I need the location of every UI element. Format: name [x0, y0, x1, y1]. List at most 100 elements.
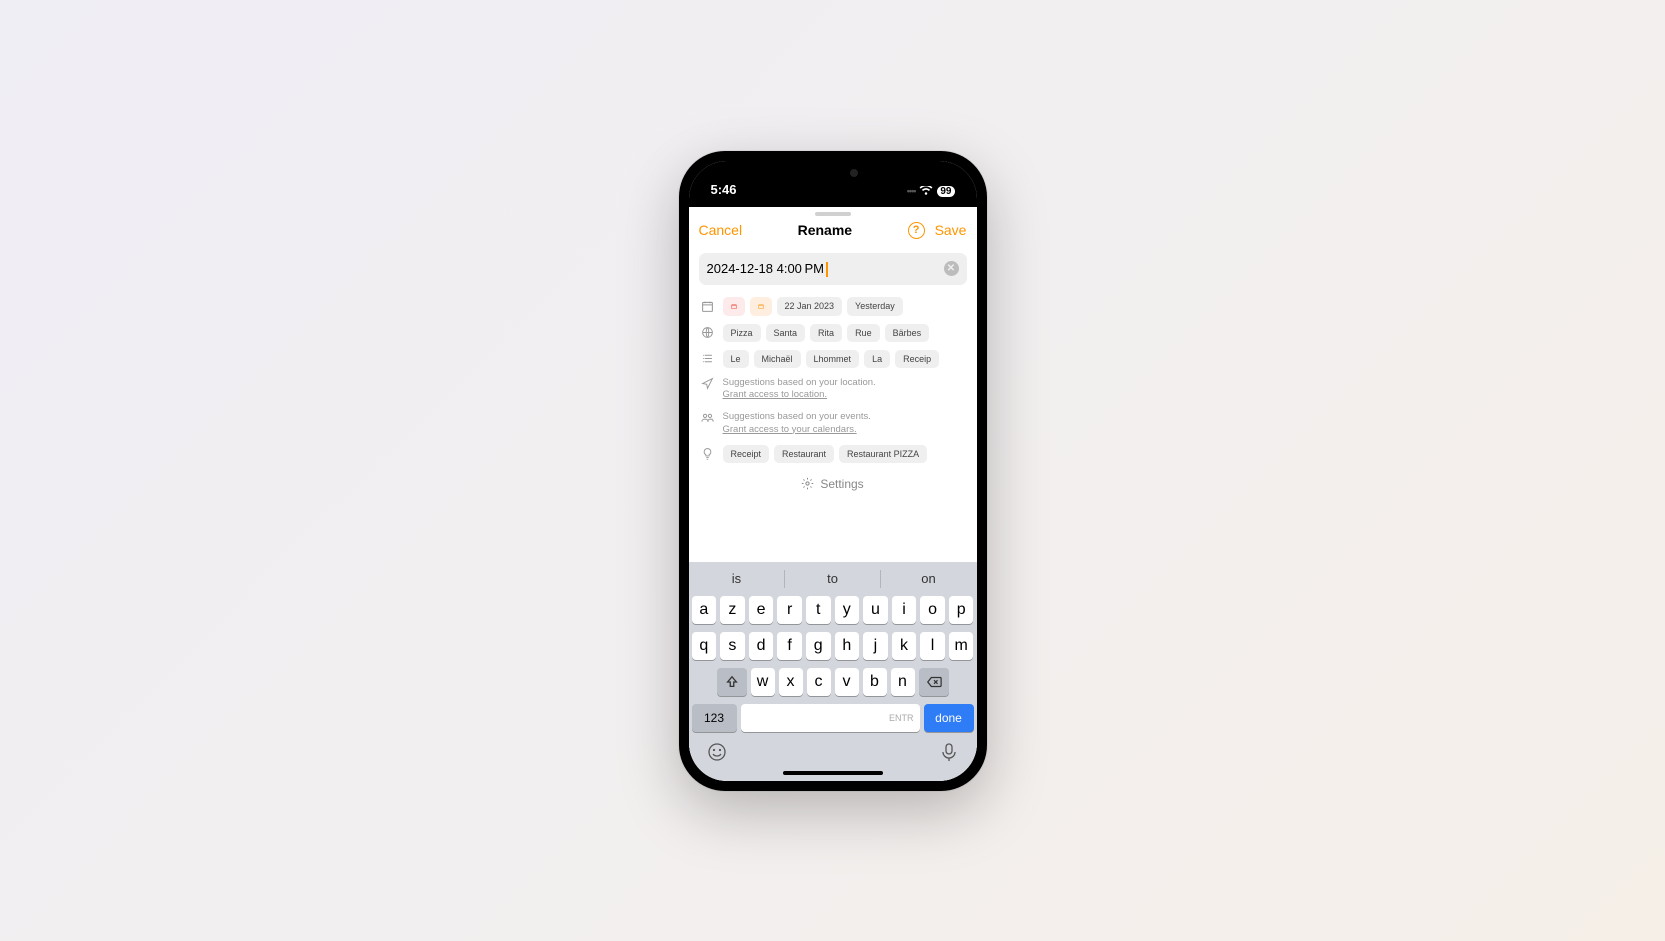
content: 2024-12-18 4:00 PM ✕ 22 Jan 202 — [689, 245, 977, 562]
location-info-row: Suggestions based on your location. Gran… — [699, 372, 967, 407]
bulb-row: Receipt Restaurant Restaurant PIZZA — [699, 441, 967, 467]
key-i[interactable]: i — [892, 596, 917, 624]
key-v[interactable]: v — [835, 668, 859, 696]
tag-chip[interactable]: Santa — [766, 324, 806, 342]
shift-icon — [725, 675, 739, 689]
done-key[interactable]: done — [924, 704, 974, 732]
key-d[interactable]: d — [749, 632, 774, 660]
key-r[interactable]: r — [777, 596, 802, 624]
key-o[interactable]: o — [920, 596, 945, 624]
cancel-button[interactable]: Cancel — [699, 222, 743, 238]
rename-input-wrap[interactable]: 2024-12-18 4:00 PM ✕ — [699, 253, 967, 285]
key-l[interactable]: l — [920, 632, 945, 660]
people-icon — [699, 411, 717, 424]
page-title: Rename — [798, 222, 852, 238]
notch — [778, 161, 888, 187]
suggestion-chip[interactable]: Receipt — [723, 445, 770, 463]
settings-button[interactable]: Settings — [699, 467, 967, 501]
suggestion-chip[interactable]: Restaurant PIZZA — [839, 445, 927, 463]
date-row: 22 Jan 2023 Yesterday — [699, 293, 967, 320]
mic-icon[interactable] — [939, 742, 959, 767]
shift-key[interactable] — [717, 668, 747, 696]
events-info-row: Suggestions based on your events. Grant … — [699, 406, 967, 441]
events-info-text: Suggestions based on your events. — [723, 411, 871, 423]
help-icon[interactable]: ? — [908, 222, 925, 239]
key-n[interactable]: n — [891, 668, 915, 696]
tag-chip[interactable]: Michaël — [754, 350, 801, 368]
key-m[interactable]: m — [949, 632, 974, 660]
key-x[interactable]: x — [779, 668, 803, 696]
tag-chip[interactable]: Lhommet — [806, 350, 860, 368]
keyboard-bottom-row: 123 ENTR done — [689, 704, 977, 732]
suggestion[interactable]: is — [689, 562, 785, 596]
numeric-key[interactable]: 123 — [692, 704, 737, 732]
status-right: •••• 99 — [907, 186, 955, 197]
cellular-dots-icon: •••• — [907, 186, 916, 196]
tag-chip[interactable]: Bärbes — [885, 324, 930, 342]
key-z[interactable]: z — [720, 596, 745, 624]
key-u[interactable]: u — [863, 596, 888, 624]
key-h[interactable]: h — [835, 632, 860, 660]
location-info-text: Suggestions based on your location. — [723, 377, 876, 389]
screen: 5:46 •••• 99 Cancel Rename ? Save — [689, 161, 977, 781]
rename-sheet: Cancel Rename ? Save 2024-12-18 4:00 PM … — [689, 207, 977, 781]
phone-frame: 5:46 •••• 99 Cancel Rename ? Save — [679, 151, 987, 791]
key-c[interactable]: c — [807, 668, 831, 696]
key-t[interactable]: t — [806, 596, 831, 624]
backspace-key[interactable] — [919, 668, 949, 696]
home-indicator[interactable] — [783, 771, 883, 775]
nav-header: Cancel Rename ? Save — [689, 216, 977, 245]
key-b[interactable]: b — [863, 668, 887, 696]
key-row-1: a z e r t y u i o p — [692, 596, 974, 624]
space-key[interactable]: ENTR — [741, 704, 920, 732]
rename-input[interactable]: 2024-12-18 4:00 PM — [707, 261, 944, 277]
gear-icon — [801, 477, 814, 490]
globe-row: Pizza Santa Rita Rue Bärbes — [699, 320, 967, 346]
keyboard: is to on a z e r t y u i o p — [689, 562, 977, 781]
date-chip-orange[interactable] — [750, 297, 772, 316]
key-g[interactable]: g — [806, 632, 831, 660]
key-j[interactable]: j — [863, 632, 888, 660]
key-f[interactable]: f — [777, 632, 802, 660]
tag-chip[interactable]: Receip — [895, 350, 939, 368]
suggestion-chip[interactable]: Restaurant — [774, 445, 834, 463]
sheet-background — [689, 201, 977, 207]
date-chip-red[interactable] — [723, 297, 745, 316]
save-button[interactable]: Save — [935, 222, 967, 238]
key-y[interactable]: y — [835, 596, 860, 624]
clear-input-icon[interactable]: ✕ — [944, 261, 959, 276]
backspace-icon — [926, 675, 942, 689]
grant-calendars-link[interactable]: Grant access to your calendars. — [723, 424, 857, 435]
key-q[interactable]: q — [692, 632, 717, 660]
emoji-icon[interactable] — [707, 742, 727, 767]
key-k[interactable]: k — [892, 632, 917, 660]
key-row-2: q s d f g h j k l m — [692, 632, 974, 660]
grant-location-link[interactable]: Grant access to location. — [723, 389, 828, 400]
tag-chip[interactable]: Rue — [847, 324, 880, 342]
tag-chip[interactable]: La — [864, 350, 890, 368]
list-row: Le Michaël Lhommet La Receip — [699, 346, 967, 372]
settings-label: Settings — [820, 477, 863, 491]
tag-chip[interactable]: Rita — [810, 324, 842, 342]
calendar-icon — [699, 300, 717, 313]
key-e[interactable]: e — [749, 596, 774, 624]
key-a[interactable]: a — [692, 596, 717, 624]
date-chip[interactable]: Yesterday — [847, 297, 903, 316]
list-icon — [699, 352, 717, 365]
key-s[interactable]: s — [720, 632, 745, 660]
text-cursor — [826, 262, 828, 277]
suggestion[interactable]: to — [785, 562, 881, 596]
key-p[interactable]: p — [949, 596, 974, 624]
key-row-3: w x c v b n — [692, 668, 974, 696]
battery-level: 99 — [937, 186, 954, 197]
key-w[interactable]: w — [751, 668, 775, 696]
lightbulb-icon — [699, 447, 717, 460]
status-time: 5:46 — [711, 182, 737, 197]
date-chip[interactable]: 22 Jan 2023 — [777, 297, 843, 316]
suggestion[interactable]: on — [881, 562, 977, 596]
tag-chip[interactable]: Pizza — [723, 324, 761, 342]
keyboard-footer — [689, 738, 977, 767]
tag-chip[interactable]: Le — [723, 350, 749, 368]
globe-icon — [699, 326, 717, 339]
keyboard-suggestions: is to on — [689, 562, 977, 596]
